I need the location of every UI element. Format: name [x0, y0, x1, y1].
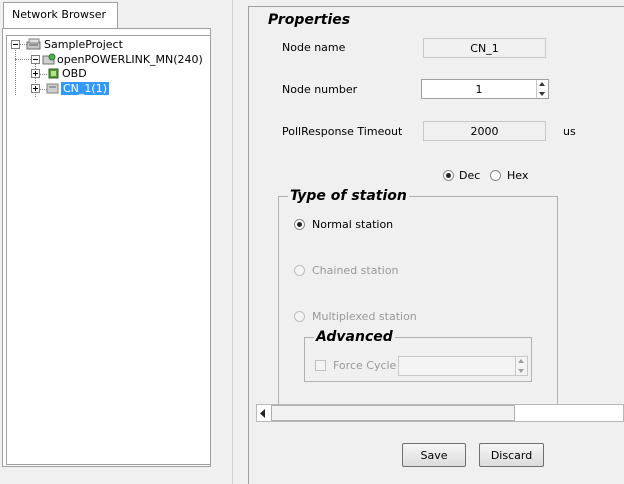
spin-buttons[interactable] — [515, 357, 527, 375]
dec-label: Dec — [459, 169, 481, 182]
node-name-label: Node name — [282, 41, 346, 54]
spin-up-icon[interactable] — [539, 82, 545, 86]
save-button[interactable]: Save — [402, 443, 466, 467]
tree-item-mn[interactable]: openPOWERLINK_MN(240) — [57, 53, 203, 66]
poll-timeout-label: PollResponse Timeout — [282, 125, 403, 138]
project-icon — [26, 38, 41, 50]
tree-connector — [15, 48, 16, 95]
force-cycle-spinbox[interactable] — [398, 356, 528, 376]
properties-title: Properties — [266, 12, 353, 28]
tree-connector — [39, 74, 47, 75]
chained-station-label: Chained station — [312, 264, 399, 277]
normal-station-radio[interactable] — [294, 219, 305, 230]
node-number-label: Node number — [282, 83, 358, 96]
collapse-icon[interactable] — [31, 55, 40, 64]
spin-buttons[interactable] — [536, 80, 548, 98]
network-tree: SampleProject openPOWERLINK_MN(240) OBD … — [6, 35, 211, 465]
hex-radio[interactable] — [490, 170, 501, 181]
tab-network-browser[interactable]: Network Browser — [3, 2, 118, 29]
advanced-title: Advanced — [314, 329, 395, 345]
node-number-spinbox[interactable]: 1 — [421, 79, 549, 99]
tree-item-sampleproject[interactable]: SampleProject — [44, 38, 123, 51]
tree-item-cn1[interactable]: CN_1(1) — [61, 82, 109, 95]
force-cycle-checkbox[interactable] — [315, 360, 326, 371]
expand-icon[interactable] — [31, 84, 40, 93]
network-browser-panel: SampleProject openPOWERLINK_MN(240) OBD … — [2, 28, 211, 467]
collapse-icon[interactable] — [11, 40, 20, 49]
dec-radio[interactable] — [443, 170, 454, 181]
spin-up-icon[interactable] — [518, 359, 524, 363]
multiplexed-station-radio[interactable] — [294, 311, 305, 322]
normal-station-label: Normal station — [312, 218, 394, 231]
poll-timeout-unit: us — [563, 125, 576, 138]
poll-timeout-field[interactable]: 2000 — [423, 121, 546, 141]
spin-down-icon[interactable] — [518, 369, 524, 373]
tab-network-browser-label: Network Browser — [12, 8, 106, 21]
type-of-station-title: Type of station — [288, 188, 409, 204]
managing-node-icon — [42, 53, 56, 65]
controlled-node-icon — [46, 83, 59, 94]
expand-icon[interactable] — [31, 69, 40, 78]
force-cycle-label: Force Cycle — [333, 359, 397, 372]
horizontal-scrollbar[interactable] — [256, 404, 624, 422]
obd-icon — [48, 68, 59, 79]
spin-down-icon[interactable] — [539, 92, 545, 96]
scroll-left-icon[interactable] — [260, 409, 266, 418]
scrollbar-thumb[interactable] — [271, 405, 515, 421]
discard-button[interactable]: Discard — [479, 443, 544, 467]
tree-item-obd[interactable]: OBD — [62, 67, 87, 80]
node-number-value: 1 — [475, 83, 483, 96]
hex-label: Hex — [507, 169, 529, 182]
chained-station-radio[interactable] — [294, 265, 305, 276]
multiplexed-station-label: Multiplexed station — [312, 310, 417, 323]
node-name-field[interactable]: CN_1 — [423, 38, 546, 58]
